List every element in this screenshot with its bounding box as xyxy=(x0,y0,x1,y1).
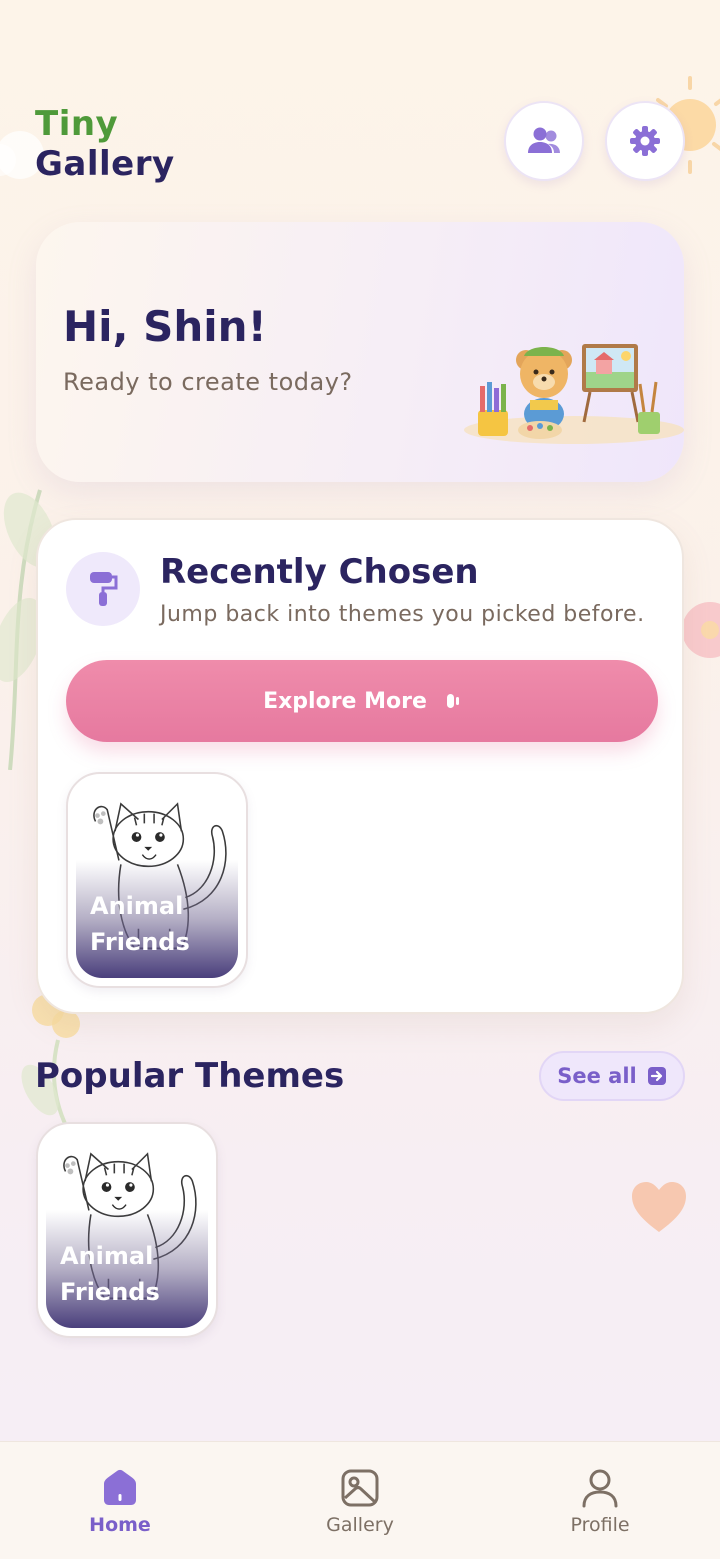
nav-gallery-label: Gallery xyxy=(326,1514,394,1536)
see-all-label: See all xyxy=(557,1064,637,1088)
recently-chosen-card: Recently Chosen Jump back into themes yo… xyxy=(36,518,684,1014)
popular-themes-title: Popular Themes xyxy=(35,1056,345,1096)
greeting-card: Hi, Shin! Ready to create today? xyxy=(36,222,684,482)
theme-card-animal-friends[interactable]: Animal Friends xyxy=(36,1122,218,1338)
flower-decoration xyxy=(682,602,720,658)
arrow-right-icon xyxy=(647,1067,666,1085)
nav-gallery[interactable]: Gallery xyxy=(300,1468,420,1536)
explore-more-button[interactable]: Explore More xyxy=(66,660,658,742)
home-icon xyxy=(104,1469,136,1505)
greeting-title: Hi, Shin! xyxy=(63,302,267,351)
recently-chosen-title: Recently Chosen xyxy=(160,552,479,592)
users-icon xyxy=(528,127,560,153)
gallery-icon xyxy=(341,1469,379,1507)
greeting-subtitle: Ready to create today? xyxy=(63,368,353,396)
recently-chosen-subtitle: Jump back into themes you picked before. xyxy=(160,602,645,627)
theme-card-label: Animal Friends xyxy=(60,1242,160,1306)
users-button[interactable] xyxy=(504,101,584,181)
see-all-button[interactable]: See all xyxy=(539,1051,685,1101)
app-title-tiny: Tiny xyxy=(35,104,119,144)
nav-profile-label: Profile xyxy=(570,1514,630,1536)
settings-button[interactable] xyxy=(605,101,685,181)
gear-icon xyxy=(630,126,660,156)
explore-more-label: Explore More xyxy=(263,688,427,714)
profile-icon xyxy=(582,1469,618,1508)
bottom-navigation: Home Gallery Profile xyxy=(0,1441,720,1559)
paint-roller-icon xyxy=(66,552,140,626)
bear-painter-illustration xyxy=(464,344,684,444)
nav-home[interactable]: Home xyxy=(60,1468,180,1536)
nav-profile[interactable]: Profile xyxy=(540,1468,660,1536)
heart-decoration xyxy=(632,1182,686,1232)
nav-home-label: Home xyxy=(89,1514,151,1536)
theme-card-label: Animal Friends xyxy=(90,892,190,956)
app-title: Tiny Gallery xyxy=(35,104,175,184)
theme-card-animal-friends[interactable]: Animal Friends xyxy=(66,772,248,988)
app-title-gallery: Gallery xyxy=(35,144,175,184)
sparkle-icon xyxy=(446,694,459,708)
